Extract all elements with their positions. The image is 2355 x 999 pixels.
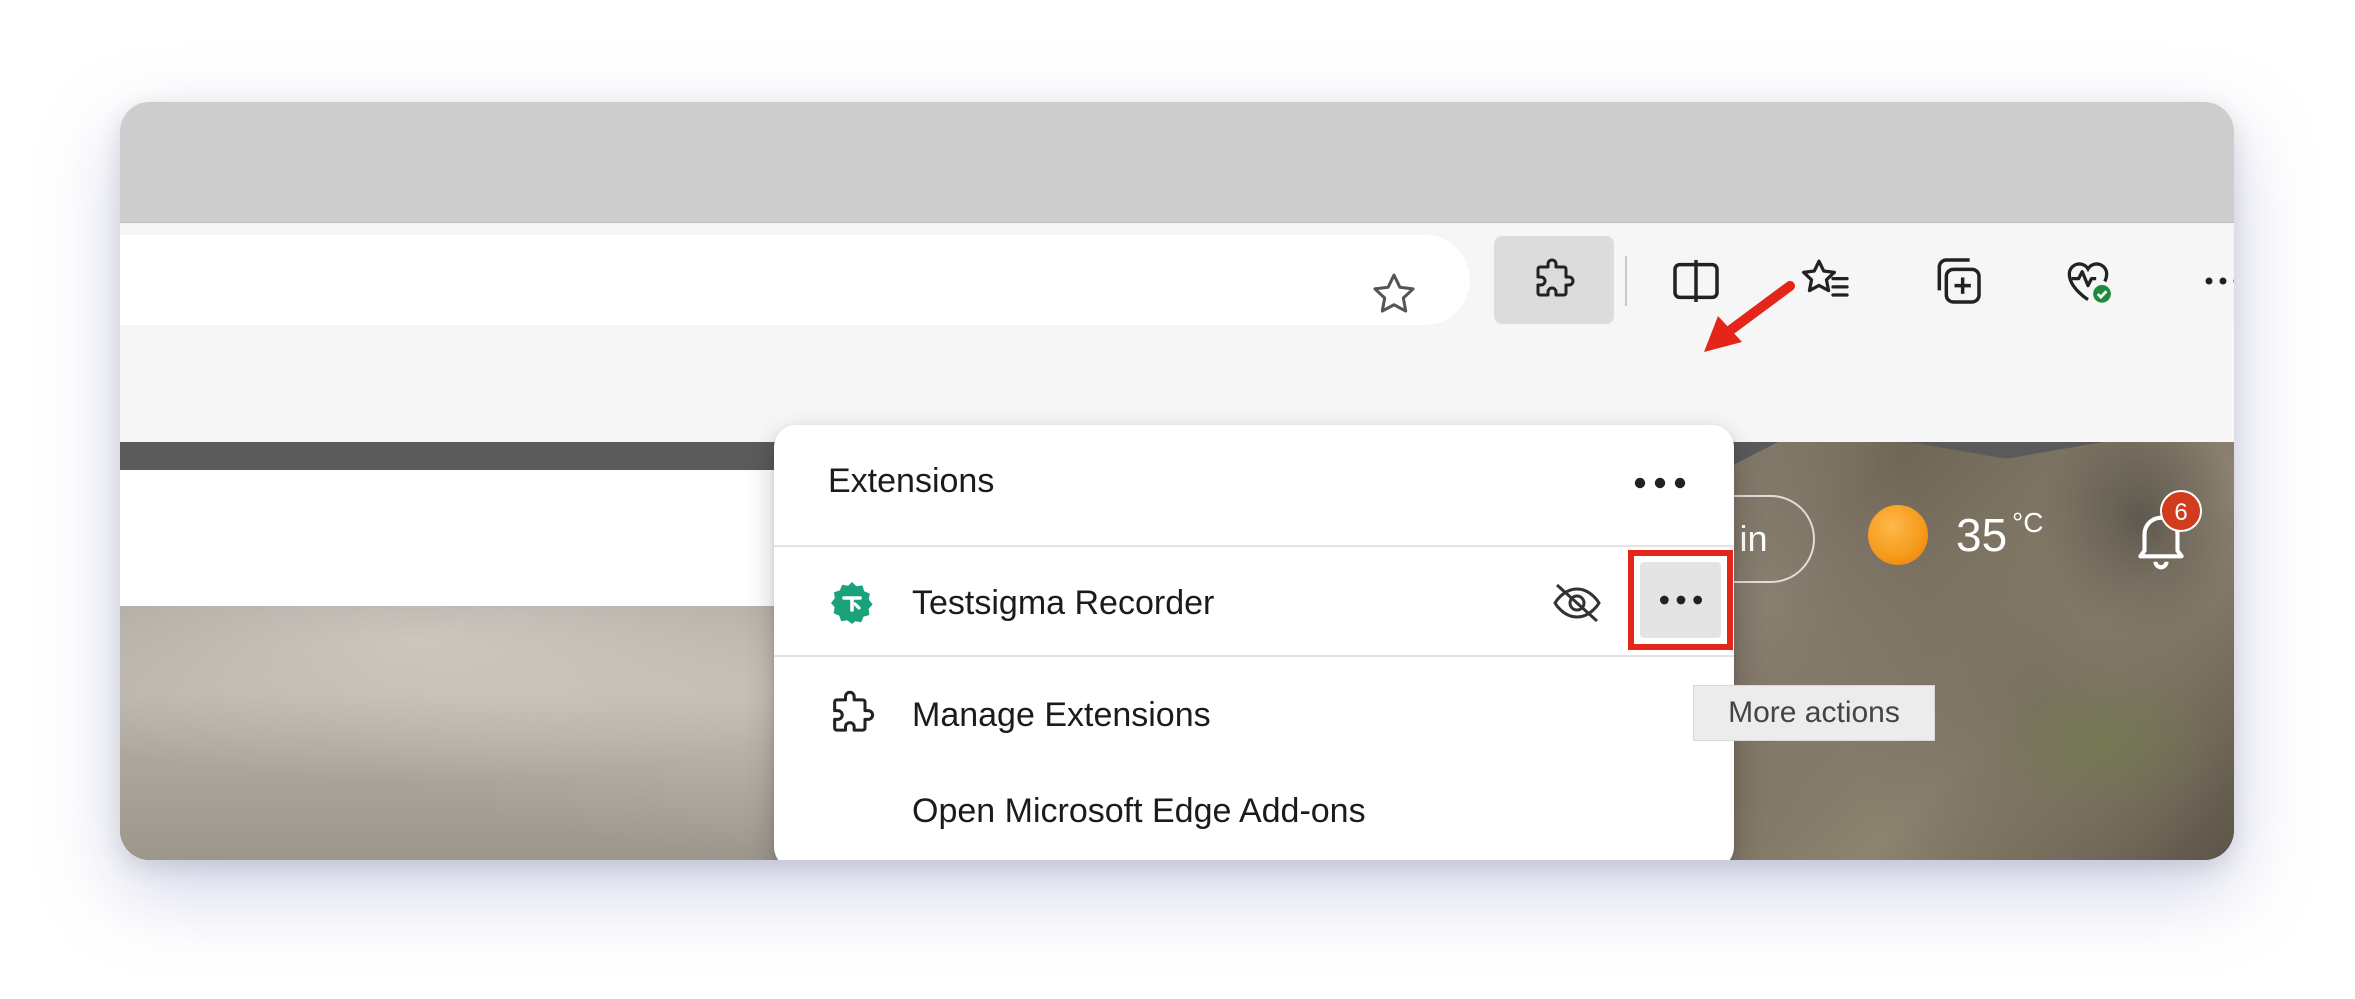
ellipsis-icon (1660, 595, 1702, 605)
temperature-value[interactable]: 35 (1956, 505, 2007, 565)
puzzle-icon (833, 690, 875, 732)
toolbar (120, 222, 2234, 327)
more-actions-tooltip: More actions (1693, 685, 1935, 741)
title-bar (120, 102, 2234, 222)
more-icon[interactable] (2195, 253, 2234, 309)
extension-name: Testsigma Recorder (912, 584, 1215, 622)
browser-window: Sign in 35 °C 6 Extensions (120, 102, 2234, 860)
manage-extensions-item[interactable]: Manage Extensions (912, 693, 1211, 737)
testsigma-icon (831, 582, 873, 624)
open-addons-item[interactable]: Open Microsoft Edge Add-ons (912, 789, 1366, 833)
toolbar-separator (1625, 256, 1627, 306)
more-actions-button[interactable] (1628, 550, 1733, 650)
favorites-icon[interactable] (1798, 253, 1854, 309)
address-bar[interactable] (120, 235, 1470, 325)
collections-icon[interactable] (1930, 253, 1986, 309)
star-icon[interactable] (1368, 269, 1420, 321)
ellipsis-icon[interactable] (1630, 463, 1690, 503)
screenshot-stage: Sign in 35 °C 6 Extensions (0, 0, 2355, 999)
popup-divider (774, 655, 1734, 657)
extensions-popup: Extensions Testsigma Recorder Manage Ext… (774, 425, 1734, 860)
annotation-arrow-icon (1704, 281, 1795, 352)
more-actions-button-fill (1640, 562, 1721, 638)
popup-title: Extensions (828, 462, 995, 500)
extensions-button[interactable] (1494, 236, 1614, 324)
background-greenery (1970, 622, 2234, 860)
notification-badge: 6 (2160, 490, 2202, 532)
sun-icon[interactable] (1868, 505, 1928, 565)
eye-hidden-icon[interactable] (1549, 579, 1605, 627)
temperature-unit: °C (2012, 507, 2044, 538)
heart-pulse-icon[interactable] (2060, 253, 2116, 309)
puzzle-icon (1536, 258, 1575, 297)
popup-divider (774, 545, 1734, 547)
